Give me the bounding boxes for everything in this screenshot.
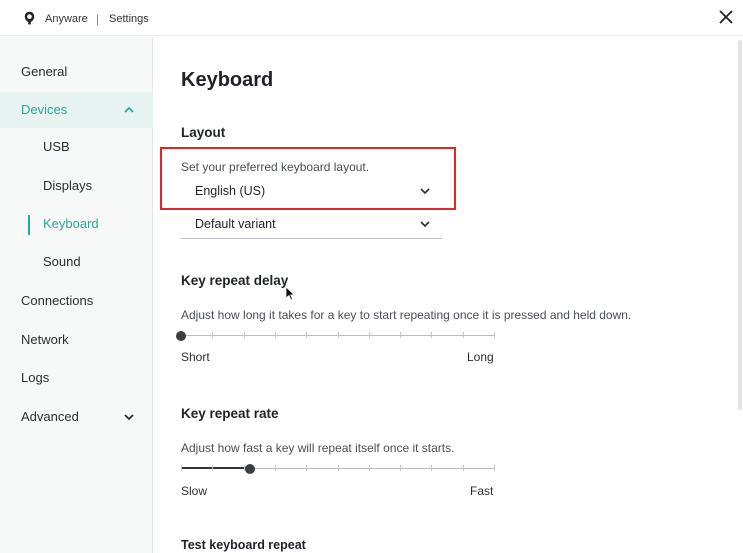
sidebar-item-logs[interactable]: Logs bbox=[0, 360, 153, 396]
slider-tick bbox=[212, 465, 213, 471]
repeat-rate-slider[interactable] bbox=[181, 462, 495, 476]
title-bar: Anyware | Settings bbox=[0, 0, 743, 36]
sidebar-item-label: Advanced bbox=[21, 409, 79, 424]
slider-tick bbox=[400, 332, 401, 338]
sidebar-item-sound[interactable]: Sound bbox=[0, 244, 153, 280]
repeat-rate-max-label: Fast bbox=[470, 484, 494, 498]
sidebar-item-network[interactable]: Network bbox=[0, 322, 153, 358]
slider-tick bbox=[306, 465, 307, 471]
slider-thumb[interactable] bbox=[245, 464, 255, 474]
slider-tick bbox=[275, 465, 276, 471]
sidebar-item-label: USB bbox=[43, 139, 70, 154]
close-icon[interactable] bbox=[716, 7, 736, 27]
sidebar-item-displays[interactable]: Displays bbox=[0, 168, 153, 204]
anyware-logo-icon bbox=[24, 11, 35, 25]
app-name: Anyware bbox=[45, 13, 88, 25]
sidebar: General Devices USB Displays Keyboard So… bbox=[0, 37, 153, 553]
slider-tick bbox=[244, 332, 245, 338]
chevron-up-icon bbox=[124, 106, 134, 113]
slider-tick bbox=[369, 332, 370, 338]
slider-tick bbox=[400, 465, 401, 471]
sidebar-item-label: Connections bbox=[21, 293, 94, 308]
mouse-cursor-icon bbox=[285, 286, 296, 301]
slider-tick bbox=[431, 332, 432, 338]
sidebar-item-usb[interactable]: USB bbox=[0, 129, 153, 165]
chevron-down-icon bbox=[124, 414, 134, 421]
repeat-delay-slider[interactable] bbox=[176, 329, 495, 343]
title-separator: | bbox=[96, 12, 100, 26]
keyboard-variant-value: Default variant bbox=[195, 217, 276, 231]
test-repeat-title: Test keyboard repeat bbox=[181, 538, 306, 552]
slider-tick bbox=[212, 332, 213, 338]
repeat-rate-description: Adjust how fast a key will repeat itself… bbox=[181, 441, 455, 455]
sidebar-item-general[interactable]: General bbox=[0, 54, 153, 90]
sidebar-item-devices[interactable]: Devices bbox=[0, 92, 153, 128]
sidebar-item-label: Displays bbox=[43, 178, 93, 193]
slider-tick bbox=[494, 332, 495, 338]
sidebar-item-label: Devices bbox=[21, 102, 68, 117]
slider-tick bbox=[181, 465, 182, 471]
slider-tick bbox=[494, 465, 495, 471]
sidebar-item-keyboard[interactable]: Keyboard bbox=[0, 206, 153, 242]
slider-tick bbox=[338, 332, 339, 338]
sidebar-item-label: General bbox=[21, 64, 68, 79]
sidebar-item-label: Sound bbox=[43, 254, 81, 269]
layout-section-title: Layout bbox=[181, 125, 226, 140]
slider-tick bbox=[369, 465, 370, 471]
sidebar-item-label: Logs bbox=[21, 370, 50, 385]
chevron-down-icon bbox=[420, 221, 430, 228]
repeat-delay-description: Adjust how long it takes for a key to st… bbox=[181, 308, 632, 322]
slider-tick bbox=[306, 332, 307, 338]
repeat-delay-title: Key repeat delay bbox=[181, 273, 289, 288]
sidebar-item-label: Network bbox=[21, 332, 69, 347]
vertical-scrollbar[interactable] bbox=[738, 40, 742, 410]
repeat-delay-min-label: Short bbox=[181, 350, 210, 364]
page-title: Keyboard bbox=[181, 69, 274, 91]
sidebar-item-label: Keyboard bbox=[43, 216, 99, 231]
window-section-title: Settings bbox=[109, 13, 149, 25]
slider-thumb[interactable] bbox=[176, 331, 186, 341]
repeat-rate-title: Key repeat rate bbox=[181, 406, 279, 421]
sidebar-item-advanced[interactable]: Advanced bbox=[0, 399, 153, 435]
slider-tick bbox=[431, 465, 432, 471]
highlight-box bbox=[160, 147, 456, 210]
sidebar-item-connections[interactable]: Connections bbox=[0, 283, 153, 319]
keyboard-variant-dropdown[interactable]: Default variant bbox=[181, 211, 442, 239]
repeat-rate-min-label: Slow bbox=[181, 484, 208, 498]
repeat-delay-max-label: Long bbox=[467, 350, 494, 364]
slider-tick bbox=[463, 332, 464, 338]
slider-tick bbox=[275, 332, 276, 338]
slider-tick bbox=[463, 465, 464, 471]
slider-fill bbox=[181, 467, 250, 469]
slider-tick bbox=[338, 465, 339, 471]
